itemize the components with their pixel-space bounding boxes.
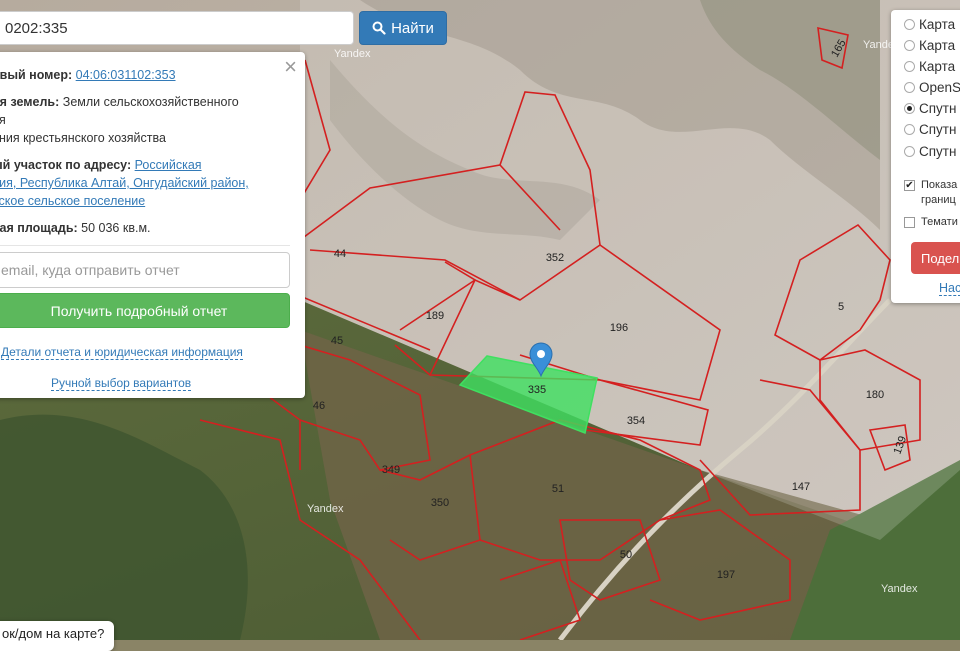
layer-option-label: OpenS: [919, 80, 960, 95]
search-button-label: Найти: [391, 19, 434, 37]
address-line-3: ьское сельское поселение: [0, 192, 145, 210]
area-row: ная площадь: 50 036 кв.м.: [0, 219, 151, 237]
cadastral-label: овый номер:: [0, 68, 73, 82]
parcel-label[interactable]: 45: [331, 335, 343, 347]
address-label: ый участок по адресу:: [0, 158, 132, 172]
category-value-cont: ия: [0, 113, 6, 127]
search-button[interactable]: Найти: [359, 11, 447, 45]
category-value: Земли сельскохозяйственного: [62, 95, 239, 109]
area-label: ная площадь:: [0, 221, 78, 235]
layer-option-label: Карта: [919, 59, 956, 74]
permitted-use: ения крестьянского хозяйства: [0, 131, 166, 145]
parcel-label[interactable]: 51: [552, 483, 564, 495]
radio-button[interactable]: [904, 40, 915, 51]
radio-button[interactable]: [904, 146, 915, 157]
layer-option[interactable]: Карта: [904, 17, 955, 32]
layer-option[interactable]: Спутн: [904, 122, 956, 137]
yandex-watermark: Yandex: [334, 48, 371, 60]
layer-option-label: Спутн: [919, 101, 957, 116]
thematic-option[interactable]: Темати: [904, 216, 958, 228]
address-link[interactable]: ьское сельское поселение: [0, 194, 145, 208]
layer-option[interactable]: Карта: [904, 59, 955, 74]
area-value: 50 036 кв.м.: [81, 221, 151, 235]
parcel-label[interactable]: 44: [334, 248, 346, 260]
layer-option[interactable]: Спутн: [904, 144, 956, 159]
email-field[interactable]: email, куда отправить отчет: [0, 252, 290, 288]
parcel-label[interactable]: 350: [431, 497, 449, 509]
show-borders-label: Показа: [921, 179, 958, 191]
show-borders-label-cont: границ: [921, 194, 956, 206]
show-borders-checkbox[interactable]: ✔: [904, 180, 915, 191]
layer-option[interactable]: OpenS: [904, 80, 960, 95]
layer-option-label: Спутн: [919, 144, 957, 159]
thematic-checkbox[interactable]: [904, 216, 915, 228]
parcel-label[interactable]: 180: [866, 389, 884, 401]
settings-link[interactable]: Нас: [939, 281, 960, 296]
parcel-label[interactable]: 189: [426, 310, 444, 322]
parcel-label[interactable]: 5: [838, 301, 844, 313]
thematic-label: Темати: [921, 216, 958, 228]
address-row: ый участок по адресу: Российская: [0, 156, 202, 174]
parcel-label[interactable]: 349: [382, 464, 400, 476]
radio-button-selected[interactable]: [904, 103, 915, 114]
parcel-label[interactable]: 147: [792, 481, 810, 493]
show-borders-option[interactable]: ✔ Показа границ: [904, 178, 957, 208]
yandex-watermark: Yandex: [307, 503, 344, 515]
layer-option[interactable]: Карта: [904, 38, 955, 53]
parcel-info-panel: × овый номер: 04:06:031102:353 ия земель…: [0, 52, 305, 398]
parcel-label[interactable]: 352: [546, 252, 564, 264]
radio-button[interactable]: [904, 124, 915, 135]
parcel-label[interactable]: 46: [313, 400, 325, 412]
parcel-label[interactable]: 354: [627, 415, 645, 427]
manual-selection-link[interactable]: Ручной выбор вариантов: [51, 376, 192, 391]
parcel-label[interactable]: 335: [528, 384, 546, 396]
yandex-watermark: Yandex: [881, 583, 918, 595]
help-question-box[interactable]: ок/дом на карте?: [0, 621, 114, 651]
cadastral-row: овый номер: 04:06:031102:353: [0, 66, 176, 84]
search-icon: [372, 21, 386, 35]
report-details-link[interactable]: Детали отчета и юридическая информация: [1, 345, 243, 360]
search-input[interactable]: [0, 11, 354, 45]
radio-button[interactable]: [904, 82, 915, 93]
divider: [0, 245, 290, 246]
radio-button[interactable]: [904, 19, 915, 30]
cadastral-number-link[interactable]: 04:06:031102:353: [76, 68, 176, 82]
radio-button[interactable]: [904, 61, 915, 72]
parcel-label[interactable]: 197: [717, 569, 735, 581]
category-row: ия земель: Земли сельскохозяйственного: [0, 93, 239, 111]
address-link[interactable]: Российская: [135, 158, 202, 172]
address-line-2: ция, Республика Алтай, Онгудайский район…: [0, 174, 249, 192]
parcel-label[interactable]: 196: [610, 322, 628, 334]
get-report-button[interactable]: Получить подробный отчет: [0, 293, 290, 328]
layer-option-label: Карта: [919, 17, 956, 32]
layer-option-label: Карта: [919, 38, 956, 53]
close-icon[interactable]: ×: [284, 56, 297, 78]
share-button[interactable]: Подел: [911, 242, 960, 274]
parcel-label[interactable]: 50: [620, 549, 632, 561]
layer-option-selected[interactable]: Спутн: [904, 101, 956, 116]
layers-panel: Карта Карта Карта OpenS Спутн Спутн Спут…: [891, 10, 960, 303]
layer-option-label: Спутн: [919, 122, 957, 137]
address-link[interactable]: ция, Республика Алтай, Онгудайский район…: [0, 176, 249, 190]
category-label: ия земель:: [0, 95, 60, 109]
